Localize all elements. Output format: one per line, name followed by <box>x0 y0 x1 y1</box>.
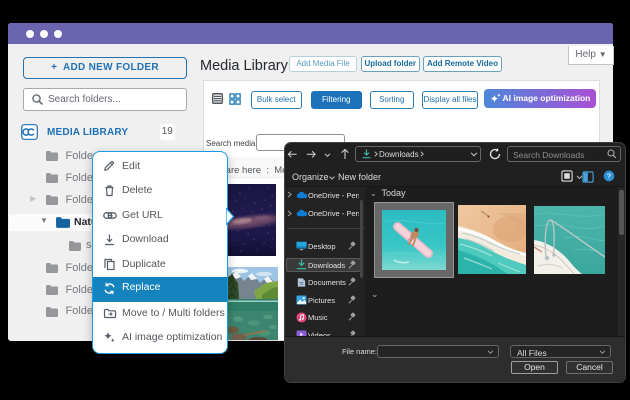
svg-text:?: ? <box>607 172 612 181</box>
